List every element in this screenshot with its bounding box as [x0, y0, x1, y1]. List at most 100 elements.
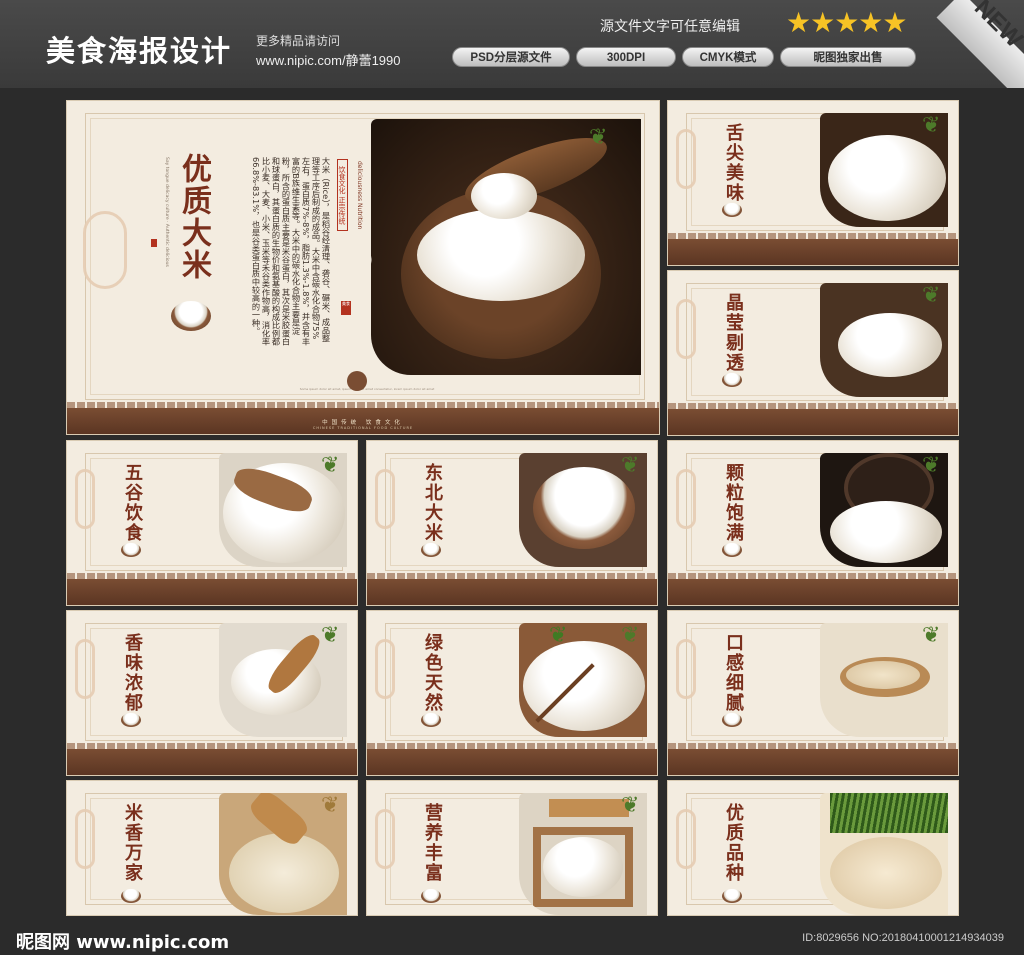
poster-title: 口感细腻: [723, 633, 744, 713]
cloud-motif-icon: [375, 469, 395, 529]
badge-exclusive: 昵图独家出售: [780, 47, 916, 67]
poster-photo: ❦ ❦: [519, 623, 647, 737]
cloud-motif-icon: [676, 469, 696, 529]
new-corner-ribbon: NEW: [924, 0, 1024, 88]
poster-photo: ❦: [820, 283, 948, 397]
poster-strip: [67, 743, 357, 775]
poster-card[interactable]: 营养丰富 ❦: [366, 780, 658, 916]
main-strip-text: 中国传统 饮食文化: [322, 420, 404, 426]
poster-strip: [668, 233, 958, 265]
main-poster[interactable]: 优质大米 Say tongue delicacy culture · Authe…: [66, 100, 660, 435]
poster-photo: ❦: [219, 623, 347, 737]
cloud-motif-icon: [676, 809, 696, 869]
main-badge-top: 饮食文化 正宗传统: [337, 159, 348, 231]
poster-strip: [668, 573, 958, 605]
cloud-motif-icon: [75, 469, 95, 529]
leaf-sprig-icon: ❦: [549, 623, 568, 648]
bamboo-leaf-icon: ❦: [922, 113, 941, 138]
cloud-motif-icon: [83, 211, 127, 289]
poster-strip: [367, 573, 657, 605]
rice-in-bowl: [417, 209, 585, 301]
main-strip-en: CHINESE TRADITIONAL FOOD CULTURE: [312, 426, 414, 430]
small-seal: [151, 239, 157, 247]
rating-stars-icon: ★★★★★: [786, 6, 908, 39]
poster-card[interactable]: 优质品种: [667, 780, 959, 916]
header-bar: 美食海报设计 更多精品请访问 www.nipic.com/静蕾1990 源文件文…: [0, 0, 1024, 88]
bamboo-leaf-icon: ❦: [321, 453, 340, 478]
main-rice-photo: ❦: [371, 119, 641, 375]
cloud-motif-icon: [375, 639, 395, 699]
rice-bowl-icon: [421, 889, 441, 903]
rice-bowl-icon: [171, 301, 211, 331]
cloud-motif-icon: [75, 809, 95, 869]
rice-on-spoon: [471, 173, 537, 219]
rice-bowl-icon: [121, 889, 141, 903]
rice-pile: [838, 313, 942, 377]
footer-logo[interactable]: 昵图网 www.nipic.com: [16, 928, 229, 954]
poster-card[interactable]: 东北大米 ❦: [366, 440, 658, 606]
poster-photo: ❦: [519, 793, 647, 915]
poster-card[interactable]: 舌尖美味 ❦: [667, 100, 959, 266]
poster-title: 五谷饮食: [122, 463, 143, 543]
main-subtitle-en: Say tongue delicacy culture · Authentic …: [164, 157, 169, 267]
main-poster-strip: 中国传统 饮食文化 CHINESE TRADITIONAL FOOD CULTU…: [67, 402, 659, 434]
center-emblem-icon: [347, 371, 367, 391]
brand-title: 美食海报设计: [46, 34, 233, 68]
rice-pile: [830, 501, 942, 563]
poster-photo: ❦: [519, 453, 647, 567]
poster-card[interactable]: 香味浓郁 ❦: [66, 610, 358, 776]
wooden-block: [549, 799, 629, 817]
bamboo-leaf-icon: ❦: [621, 623, 640, 648]
wooden-bowl: [533, 467, 635, 549]
cloud-motif-icon: [75, 639, 95, 699]
badge-psd: PSD分层源文件: [452, 47, 570, 67]
poster-card[interactable]: 绿色天然 ❦ ❦: [366, 610, 658, 776]
main-poster-body: 大米（Rice），是稻谷经清理、砻谷、碾米、成品整理等工序后制成的成品。大米中含…: [251, 157, 331, 346]
cloud-motif-icon: [676, 299, 696, 359]
site-link[interactable]: www.nipic.com/静蕾1990: [256, 50, 401, 69]
rice-pile: [229, 833, 339, 913]
rice-plant: [830, 793, 948, 833]
poster-strip: [668, 403, 958, 435]
bamboo-leaf-icon: ❦: [922, 623, 941, 648]
poster-card[interactable]: 米香万家 ❦: [66, 780, 358, 916]
poster-strip: [668, 743, 958, 775]
poster-title: 营养丰富: [422, 803, 443, 883]
footer-id: ID:8029656 NO:20180410001214934039: [802, 932, 1004, 944]
feature-badges: PSD分层源文件 300DPI CMYK模式 昵图独家出售: [452, 47, 916, 67]
rice-bowl-icon: [121, 713, 141, 727]
poster-card[interactable]: 五谷饮食 ❦: [66, 440, 358, 606]
rice-bowl-icon: [722, 373, 742, 387]
poster-photo: ❦: [820, 113, 948, 227]
bamboo-leaf-icon: ❦: [621, 453, 640, 478]
poster-card[interactable]: 晶莹剔透 ❦: [667, 270, 959, 436]
poster-photo: ❦: [820, 623, 948, 737]
poster-title: 东北大米: [422, 463, 443, 543]
rice-bowl-icon: [421, 713, 441, 727]
cloud-motif-icon: [375, 809, 395, 869]
rice-bowl-icon: [121, 543, 141, 557]
rice-pile: [830, 837, 942, 909]
poster-card[interactable]: 颗粒饱满 ❦: [667, 440, 959, 606]
rice-bowl-icon: [722, 543, 742, 557]
poster-strip: [367, 743, 657, 775]
poster-title: 米香万家: [122, 803, 143, 883]
poster-title: 优质品种: [723, 803, 744, 883]
footer-bar: 昵图网 www.nipic.com ID:8029656 NO:20180410…: [0, 918, 1024, 955]
main-small-print: Some ipsum dolor sit amet, ipsum dolor s…: [299, 387, 435, 391]
rice-pile: [828, 135, 946, 221]
poster-strip: [67, 573, 357, 605]
rough-edge: [371, 119, 383, 375]
rice-pile: [543, 837, 623, 897]
poster-title: 颗粒饱满: [723, 463, 744, 543]
bamboo-leaf-icon: ❦: [922, 453, 941, 478]
wheat-icon: ❦: [321, 793, 340, 818]
poster-photo: ❦: [219, 793, 347, 915]
badge-dpi: 300DPI: [576, 47, 676, 67]
poster-card[interactable]: 口感细腻 ❦: [667, 610, 959, 776]
rice-bowl-icon: [722, 889, 742, 903]
rice-bowl-icon: [421, 543, 441, 557]
badge-cmyk: CMYK模式: [682, 47, 774, 67]
main-poster-title: 优质大米: [176, 153, 211, 281]
poster-title: 绿色天然: [422, 633, 443, 713]
